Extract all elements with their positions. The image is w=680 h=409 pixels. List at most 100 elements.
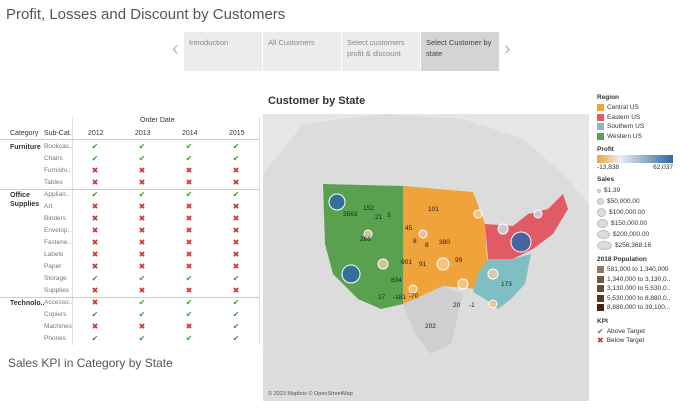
story-tab[interactable]: Introduction (184, 32, 263, 71)
subcategory-label: Bookcas.. (44, 143, 72, 150)
order-date-header: Order Date (140, 117, 175, 124)
sales-bubble[interactable] (418, 229, 428, 239)
region-label: Eastern US (607, 113, 641, 121)
subcategory-label: Art (44, 203, 53, 210)
state-map[interactable]: 3563 152 21 3 101 266 45 8 380 8 -901 91 99 634 173 17-… (263, 114, 589, 401)
table-row[interactable]: Bookcas.. ✔ ✔ ✔ ✔ (0, 142, 259, 154)
state-profit-label: 3 (387, 212, 391, 219)
next-arrow-icon[interactable]: › (504, 38, 511, 61)
cross-icon: ✖ (91, 166, 99, 175)
population-legend-item[interactable]: 8,880,000 to 39,100,.. (597, 303, 680, 313)
table-divider (0, 139, 259, 140)
table-row[interactable]: Accesso.. ✖ ✔ ✔ ✔ (0, 298, 259, 310)
kpi-below-label: Below Target (606, 337, 645, 345)
cross-icon: ✖ (138, 178, 146, 187)
subcategory-label: Storage (44, 275, 67, 282)
sales-bubble[interactable] (533, 209, 543, 219)
sales-legend-title: Sales (597, 176, 614, 183)
check-icon: ✔ (138, 334, 146, 343)
population-legend-item[interactable]: 3,130,000 to 5,530,0.. (597, 284, 680, 294)
table-row[interactable]: Art ✖ ✖ ✖ ✖ (0, 202, 259, 214)
table-row[interactable]: Labels ✖ ✖ ✖ ✖ (0, 250, 259, 262)
page-title: Profit, Losses and Discount by Customers (6, 6, 286, 23)
size-circle (597, 198, 604, 205)
story-tab[interactable]: Select Customer by state (421, 32, 500, 71)
cross-icon: ✖ (138, 214, 146, 223)
region-swatch (597, 113, 604, 121)
cross-icon: ✖ (91, 202, 99, 211)
check-icon: ✔ (91, 142, 99, 151)
table-border (259, 117, 260, 345)
sales-bubble[interactable] (487, 268, 499, 280)
population-legend-title: 2018 Population (597, 256, 647, 263)
state-profit-label: -901 (399, 259, 412, 266)
sales-bubble[interactable] (457, 278, 469, 290)
population-legend-item[interactable]: 581,000 to 1,340,000 (597, 265, 680, 275)
table-row[interactable]: Envelop.. ✖ ✖ ✖ ✖ (0, 226, 259, 238)
cross-icon: ✖ (597, 336, 604, 346)
sales-bubble[interactable] (510, 231, 532, 253)
state-profit-label: 380 (439, 239, 450, 246)
check-icon: ✔ (232, 154, 240, 163)
sales-label: $100,000.00 (609, 209, 646, 216)
profit-gradient (597, 155, 673, 163)
cross-icon: ✖ (91, 214, 99, 223)
table-row[interactable]: Fastene.. ✖ ✖ ✖ ✖ (0, 238, 259, 250)
state-profit-label: 99 (455, 257, 463, 264)
kpi-section-title: Sales KPI in Category by State (8, 356, 173, 370)
cross-icon: ✖ (232, 238, 240, 247)
sales-label: $150,000.00 (611, 220, 648, 227)
previous-arrow-icon[interactable]: ‹ (172, 38, 179, 61)
region-legend-item[interactable]: Central US (597, 103, 680, 113)
state-profit-label: 266 (360, 236, 371, 243)
region-legend-item[interactable]: Western US (597, 132, 680, 142)
table-row[interactable]: Furnishi.. ✖ ✖ ✖ ✖ (0, 166, 259, 178)
story-tab[interactable]: All Customers (263, 32, 342, 71)
region-legend-item[interactable]: Eastern US (597, 113, 680, 123)
region-legend-item[interactable]: Southern US (597, 122, 680, 132)
table-row[interactable]: Applian.. ✔ ✔ ✔ ✔ (0, 190, 259, 202)
cross-icon: ✖ (138, 322, 146, 331)
cross-icon: ✖ (138, 286, 146, 295)
cross-icon: ✖ (91, 178, 99, 187)
table-row[interactable]: Chairs ✔ ✔ ✔ ✔ (0, 154, 259, 166)
table-row[interactable]: Copiers ✔ ✔ ✔ ✔ (0, 310, 259, 322)
subcategory-label: Furnishi.. (44, 167, 71, 174)
cross-icon: ✖ (91, 286, 99, 295)
population-legend-item[interactable]: 1,340,000 to 3,130,0.. (597, 275, 680, 285)
table-row[interactable]: Binders ✖ ✖ ✖ ✖ (0, 214, 259, 226)
size-circle (597, 219, 608, 228)
population-swatch (597, 275, 604, 283)
sales-bubble[interactable] (473, 209, 483, 219)
table-row[interactable]: Phones ✔ ✔ ✔ ✔ (0, 334, 259, 346)
cross-icon: ✖ (232, 214, 240, 223)
cross-icon: ✖ (138, 250, 146, 259)
cross-icon: ✖ (138, 238, 146, 247)
sales-bubble[interactable] (377, 258, 389, 270)
state-profit-label: 21 (375, 214, 383, 221)
subcategory-label: Phones (44, 335, 67, 342)
cross-icon: ✖ (185, 214, 193, 223)
table-row[interactable]: Machines ✖ ✖ ✖ ✔ (0, 322, 259, 334)
table-row[interactable]: Paper ✖ ✖ ✖ ✖ (0, 262, 259, 274)
cross-icon: ✖ (91, 322, 99, 331)
cross-icon: ✖ (232, 166, 240, 175)
size-circle (597, 241, 612, 250)
story-tab[interactable]: Select customers profit & discount (342, 32, 421, 71)
cross-icon: ✖ (138, 262, 146, 271)
check-icon: ✔ (185, 310, 193, 319)
state-profit-label: 91 (419, 261, 427, 268)
sales-bubble[interactable] (341, 264, 361, 284)
population-label: 1,340,000 to 3,130,0.. (607, 275, 671, 283)
state-profit-label: 45 (405, 225, 413, 232)
population-legend-item[interactable]: 5,530,000 to 8,880,0.. (597, 294, 680, 304)
sales-bubble[interactable] (408, 284, 418, 294)
sales-bubble[interactable] (488, 299, 498, 309)
sales-bubble[interactable] (328, 193, 346, 211)
table-row[interactable]: Storage ✔ ✔ ✔ ✔ (0, 274, 259, 286)
check-icon: ✔ (138, 154, 146, 163)
sales-legend-item: $200,000.00 (597, 229, 680, 240)
sales-bubble[interactable] (436, 257, 450, 271)
population-swatch (597, 294, 604, 302)
sales-bubble[interactable] (497, 223, 509, 235)
